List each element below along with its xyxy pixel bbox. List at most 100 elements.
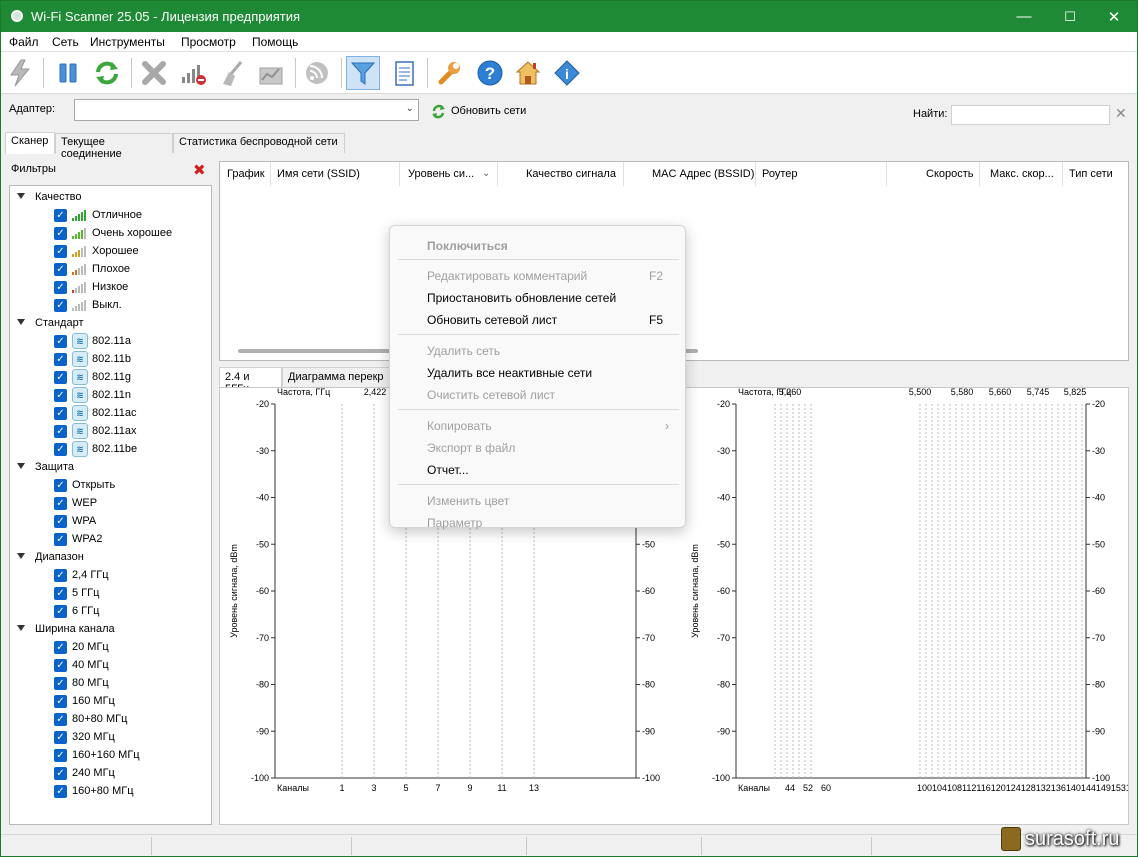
filter-group[interactable]: Стандарт: [16, 314, 84, 332]
filter-item[interactable]: ✓ 20 МГц: [54, 638, 109, 656]
context-menu-item[interactable]: Экспорт в файл: [427, 441, 515, 455]
column-signal-level[interactable]: Уровень си...: [408, 168, 474, 180]
collapse-arrow-icon[interactable]: [16, 192, 25, 202]
filter-item[interactable]: ✓ ≋ 802.11g: [54, 368, 131, 386]
checkbox[interactable]: ✓: [54, 424, 67, 438]
filter-item[interactable]: ✓ Низкое: [54, 278, 128, 296]
checkbox[interactable]: ✓: [54, 388, 67, 402]
filter-item[interactable]: ✓ ≋ 802.11n: [54, 386, 131, 404]
checkbox[interactable]: ✓: [54, 406, 67, 420]
context-menu-item[interactable]: Редактировать комментарий: [427, 269, 587, 283]
close-filters-icon[interactable]: ✖: [193, 161, 206, 179]
broom-icon[interactable]: [215, 56, 249, 90]
collapse-arrow-icon[interactable]: [16, 462, 25, 472]
filter-item[interactable]: ✓ 320 МГц: [54, 728, 115, 746]
minimize-button[interactable]: —: [1001, 1, 1047, 32]
filter-item[interactable]: ✓ 80 МГц: [54, 674, 109, 692]
filter-item[interactable]: ✓ 160 МГц: [54, 692, 115, 710]
pause-icon[interactable]: [51, 56, 85, 90]
checkbox[interactable]: ✓: [54, 676, 67, 690]
menu-file[interactable]: Файл: [9, 35, 39, 49]
checkbox[interactable]: ✓: [54, 586, 67, 600]
tab-scanner[interactable]: Сканер: [5, 132, 55, 154]
rss-icon[interactable]: [300, 56, 334, 90]
filter-item[interactable]: ✓ ≋ 802.11ac: [54, 404, 136, 422]
filter-item[interactable]: ✓ Плохое: [54, 260, 130, 278]
filter-item[interactable]: ✓ ≋ 802.11be: [54, 440, 137, 458]
column-mac[interactable]: MAC Адрес (BSSID): [652, 168, 754, 180]
help-icon[interactable]: ?: [473, 56, 507, 90]
column-max-speed[interactable]: Макс. скор...: [990, 168, 1054, 180]
column-ssid[interactable]: Имя сети (SSID): [277, 168, 360, 180]
filter-icon[interactable]: [346, 56, 380, 90]
collapse-arrow-icon[interactable]: [16, 624, 25, 634]
context-menu-item[interactable]: Отчет...: [427, 463, 469, 477]
checkbox[interactable]: ✓: [54, 514, 67, 528]
delete-icon[interactable]: [137, 56, 171, 90]
filter-item[interactable]: ✓ Выкл.: [54, 296, 122, 314]
connect-icon[interactable]: [3, 56, 37, 90]
column-router[interactable]: Роутер: [762, 168, 798, 180]
signal-remove-icon[interactable]: [176, 56, 210, 90]
checkbox[interactable]: ✓: [54, 712, 67, 726]
find-input[interactable]: [951, 105, 1110, 125]
tab-overlap-diagram[interactable]: Диаграмма перекр: [282, 367, 397, 387]
filter-item[interactable]: ✓ ≋ 802.11ax: [54, 422, 136, 440]
menu-view[interactable]: Просмотр: [181, 35, 236, 49]
filter-item[interactable]: ✓ Открыть: [54, 476, 115, 494]
context-menu-item[interactable]: Обновить сетевой лист: [427, 313, 557, 327]
filter-group[interactable]: Защита: [16, 458, 74, 476]
checkbox[interactable]: ✓: [54, 370, 67, 384]
filter-item[interactable]: ✓ 40 МГц: [54, 656, 109, 674]
checkbox[interactable]: ✓: [54, 226, 67, 240]
filter-item[interactable]: ✓ 2,4 ГГц: [54, 566, 109, 584]
context-menu-item[interactable]: Удалить все неактивные сети: [427, 366, 592, 380]
checkbox[interactable]: ✓: [54, 244, 67, 258]
column-speed[interactable]: Скорость: [926, 168, 974, 180]
filter-item[interactable]: ✓ WPA2: [54, 530, 102, 548]
checkbox[interactable]: ✓: [54, 334, 67, 348]
checkbox[interactable]: ✓: [54, 496, 67, 510]
filter-item[interactable]: ✓ WPA: [54, 512, 96, 530]
checkbox[interactable]: ✓: [54, 208, 67, 222]
filter-item[interactable]: ✓ 80+80 МГц: [54, 710, 127, 728]
tab-2-4-and-5ghz[interactable]: 2.4 и 5ГГц: [219, 367, 282, 395]
close-button[interactable]: ✕: [1091, 1, 1137, 32]
collapse-arrow-icon[interactable]: [16, 318, 25, 328]
tab-current-connection[interactable]: Текущее соединение: [55, 133, 173, 160]
checkbox[interactable]: ✓: [54, 478, 67, 492]
checkbox[interactable]: ✓: [54, 784, 67, 798]
filter-item[interactable]: ✓ Хорошее: [54, 242, 139, 260]
refresh-icon[interactable]: [90, 56, 124, 90]
checkbox[interactable]: ✓: [54, 640, 67, 654]
checkbox[interactable]: ✓: [54, 658, 67, 672]
context-menu-item[interactable]: Приостановить обновление сетей: [427, 291, 616, 305]
checkbox[interactable]: ✓: [54, 568, 67, 582]
filter-item[interactable]: ✓ 160+160 МГц: [54, 746, 140, 764]
menu-tools[interactable]: Инструменты: [90, 35, 165, 49]
home-icon[interactable]: [511, 56, 545, 90]
checkbox[interactable]: ✓: [54, 298, 67, 312]
column-graph[interactable]: График: [227, 168, 265, 180]
checkbox[interactable]: ✓: [54, 730, 67, 744]
filter-group[interactable]: Ширина канала: [16, 620, 115, 638]
filter-item[interactable]: ✓ 240 МГц: [54, 764, 115, 782]
chart-icon[interactable]: [254, 56, 288, 90]
menu-network[interactable]: Сеть: [52, 35, 79, 49]
maximize-button[interactable]: ☐: [1047, 1, 1093, 32]
filter-item[interactable]: ✓ 6 ГГц: [54, 602, 99, 620]
checkbox[interactable]: ✓: [54, 532, 67, 546]
collapse-arrow-icon[interactable]: [16, 552, 25, 562]
clear-search-icon[interactable]: ✕: [1115, 105, 1127, 122]
filter-item[interactable]: ✓ Отличное: [54, 206, 142, 224]
checkbox[interactable]: ✓: [54, 748, 67, 762]
tab-wireless-statistics[interactable]: Статистика беспроводной сети: [173, 133, 345, 153]
column-network-type[interactable]: Тип сети: [1069, 168, 1113, 180]
checkbox[interactable]: ✓: [54, 766, 67, 780]
filter-group[interactable]: Качество: [16, 188, 82, 206]
filter-group[interactable]: Диапазон: [16, 548, 84, 566]
context-menu-item[interactable]: Изменить цвет: [427, 494, 509, 508]
info-icon[interactable]: i: [550, 56, 584, 90]
refresh-networks-button[interactable]: Обновить сети: [431, 102, 526, 120]
filter-item[interactable]: ✓ WEP: [54, 494, 97, 512]
